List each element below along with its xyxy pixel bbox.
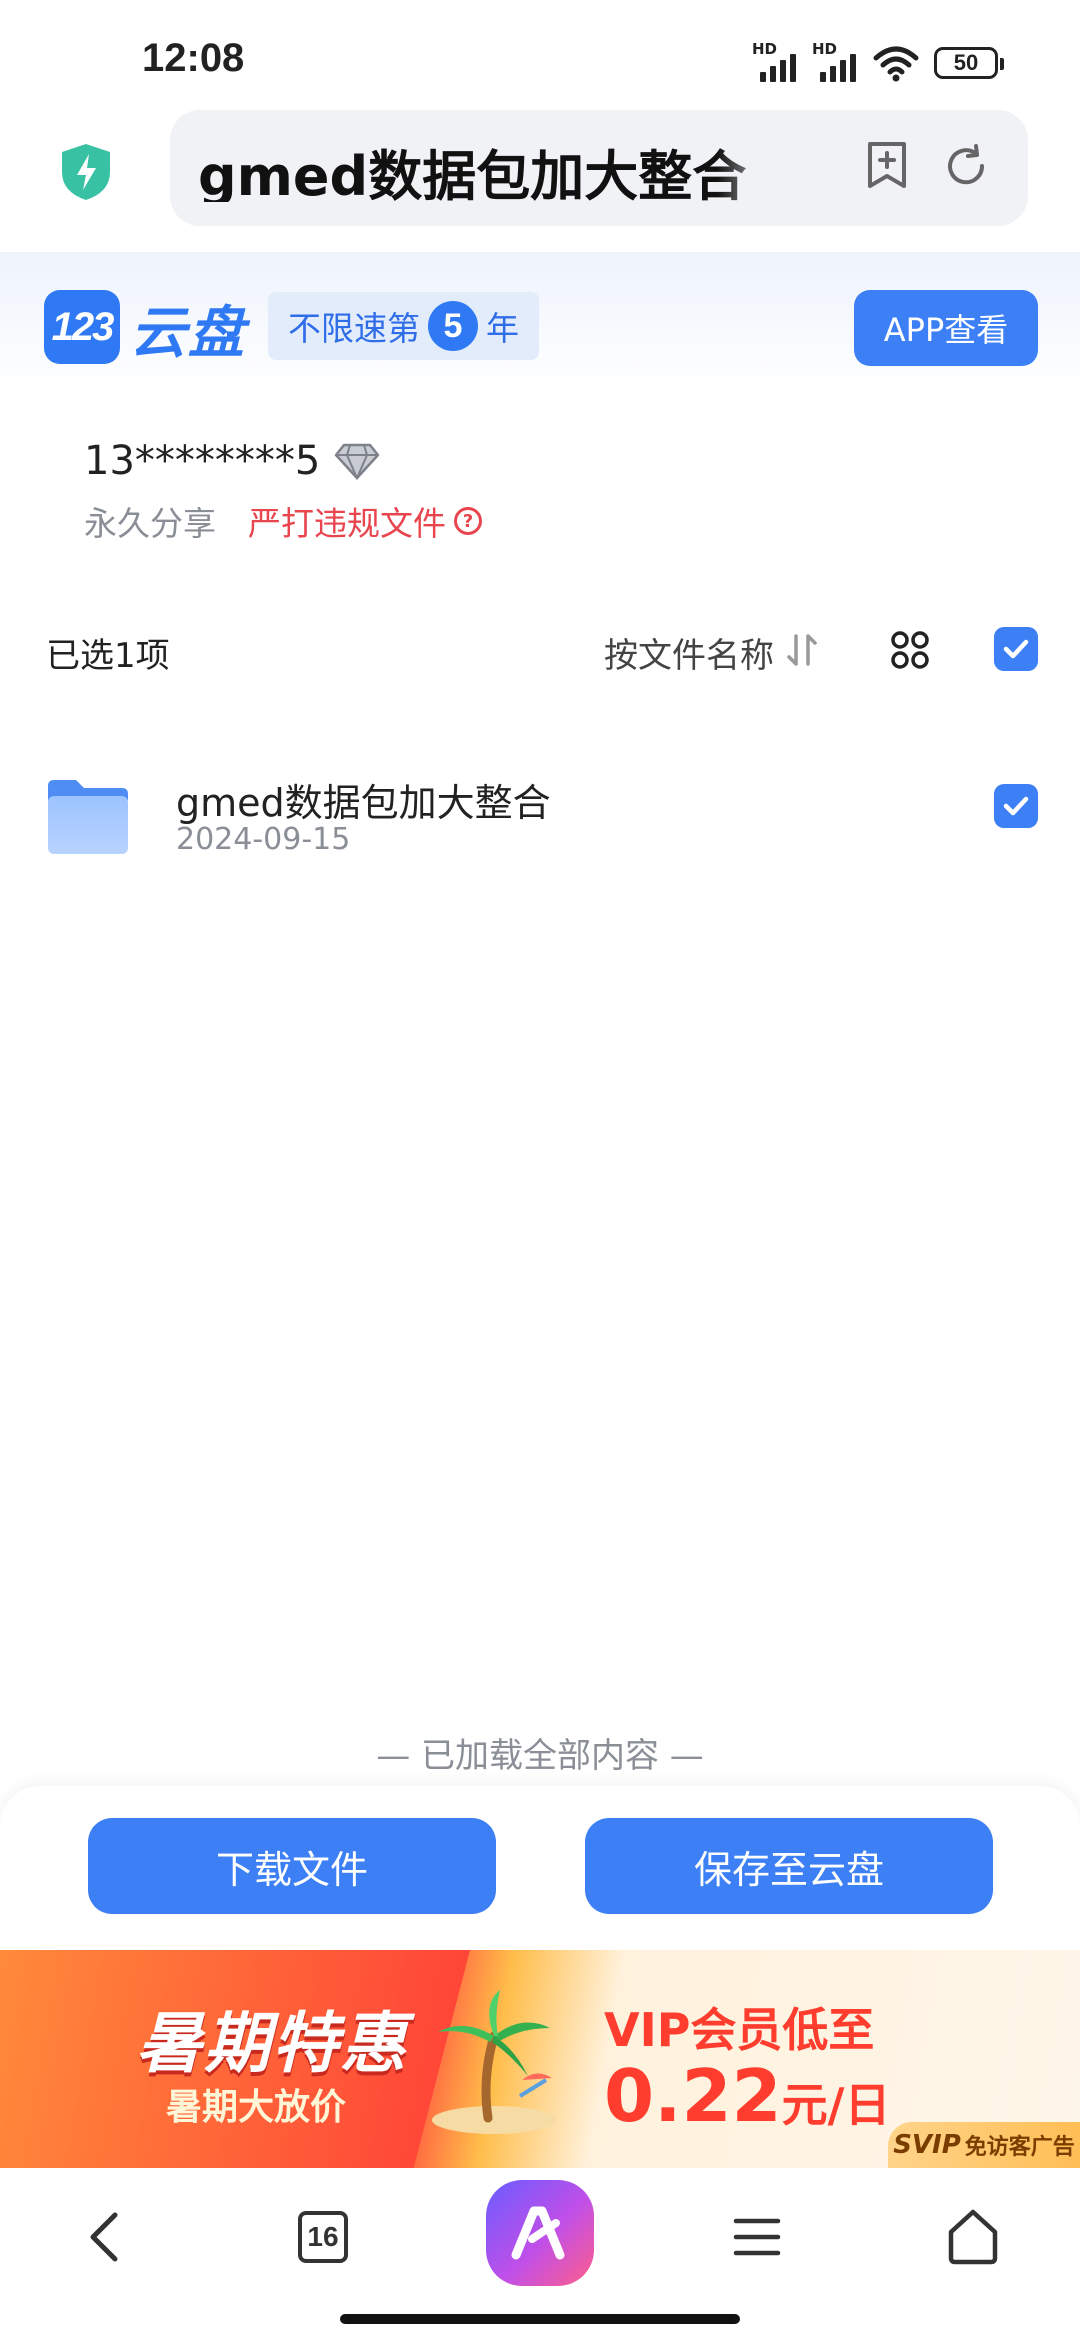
home-button[interactable]	[938, 2202, 1008, 2272]
home-indicator	[340, 2314, 740, 2324]
home-icon	[948, 2209, 998, 2265]
add-bookmark-icon[interactable]	[864, 140, 910, 190]
ad-title: 暑期特惠	[136, 2005, 408, 2082]
help-icon[interactable]: ?	[454, 507, 482, 535]
ad-price-value: 0.22	[604, 2054, 782, 2138]
browser-url-bar: gmed数据包加大整合_	[0, 110, 1080, 252]
security-shield-icon[interactable]	[58, 142, 114, 202]
ad-vip-line: VIP会员低至	[604, 2003, 875, 2057]
select-all-checkbox[interactable]	[994, 627, 1038, 671]
ai-assistant-button[interactable]	[486, 2180, 594, 2286]
back-button[interactable]	[70, 2202, 140, 2272]
download-button[interactable]: 下载文件	[88, 1818, 496, 1914]
tabs-button[interactable]: 16	[288, 2202, 358, 2272]
wifi-icon	[873, 46, 919, 82]
ad-price: 0.22元/日	[604, 2054, 890, 2138]
sort-icon[interactable]	[784, 630, 820, 670]
owner-account: 13********5	[84, 438, 321, 484]
ad-banner[interactable]: 暑期特惠 暑期大放价 VIP会员低至 0.22元/日 SVIP 免访客广告	[0, 1950, 1080, 2168]
ad-tag-text: 免访客广告	[964, 2135, 1075, 2160]
battery-indicator: 50	[934, 47, 1004, 79]
violation-warning-link[interactable]: 严打违规文件	[248, 497, 446, 545]
file-checkbox[interactable]	[994, 784, 1038, 828]
selected-count: 已选1项	[46, 636, 170, 676]
folder-icon	[48, 780, 128, 854]
share-permission: 永久分享	[84, 504, 216, 543]
grid-view-icon[interactable]	[890, 630, 930, 670]
share-meta: 永久分享 严打违规文件 ?	[84, 497, 482, 545]
status-bar: 12:08 HD HD 50	[0, 0, 1080, 110]
url-text[interactable]: gmed数据包加大整合_	[198, 132, 788, 202]
app-view-button[interactable]: APP查看	[854, 290, 1038, 366]
url-field[interactable]: gmed数据包加大整合_	[170, 110, 1028, 226]
save-to-cloud-button[interactable]: 保存至云盘	[585, 1818, 993, 1914]
ad-svip-tag: SVIP 免访客广告	[888, 2122, 1080, 2168]
pan-header: 123 云盘 不限速第 5 年 APP查看	[0, 252, 1080, 392]
refresh-icon[interactable]	[942, 142, 990, 190]
chevron-left-icon	[90, 2212, 118, 2262]
bottom-nav: 16	[0, 2168, 1080, 2340]
ad-price-unit: 元/日	[781, 2078, 891, 2132]
ad-subtitle: 暑期大放价	[166, 2087, 347, 2128]
action-panel: 下载文件 保存至云盘	[0, 1786, 1080, 1950]
unlimited-speed-badge: 不限速第 5 年	[268, 292, 539, 360]
logo-123: 123	[44, 290, 120, 364]
check-icon	[1003, 796, 1029, 816]
menu-button[interactable]	[722, 2202, 792, 2272]
logo-text: 云盘	[130, 301, 246, 366]
badge-year: 5	[428, 301, 478, 351]
check-icon	[1003, 639, 1029, 659]
signal-icon: HD	[752, 40, 812, 82]
status-time: 12:08	[142, 36, 245, 80]
loaded-all-text: — 已加载全部内容 —	[376, 1736, 704, 1776]
diamond-vip-icon	[335, 443, 380, 481]
badge-suffix: 年	[486, 309, 519, 348]
palm-tree-icon	[432, 1990, 556, 2134]
ai-logo-icon	[511, 2206, 565, 2260]
file-name[interactable]: gmed数据包加大整合	[176, 772, 551, 827]
menu-icon	[733, 2218, 781, 2256]
badge-prefix: 不限速第	[288, 309, 420, 348]
share-owner: 13********5	[84, 438, 380, 484]
signal-icon-2: HD	[812, 40, 872, 82]
ad-tag-svip: SVIP	[893, 2130, 961, 2160]
file-date: 2024-09-15	[176, 822, 351, 857]
tab-count: 16	[298, 2211, 348, 2263]
sort-by-name-button[interactable]: 按文件名称	[604, 628, 774, 677]
